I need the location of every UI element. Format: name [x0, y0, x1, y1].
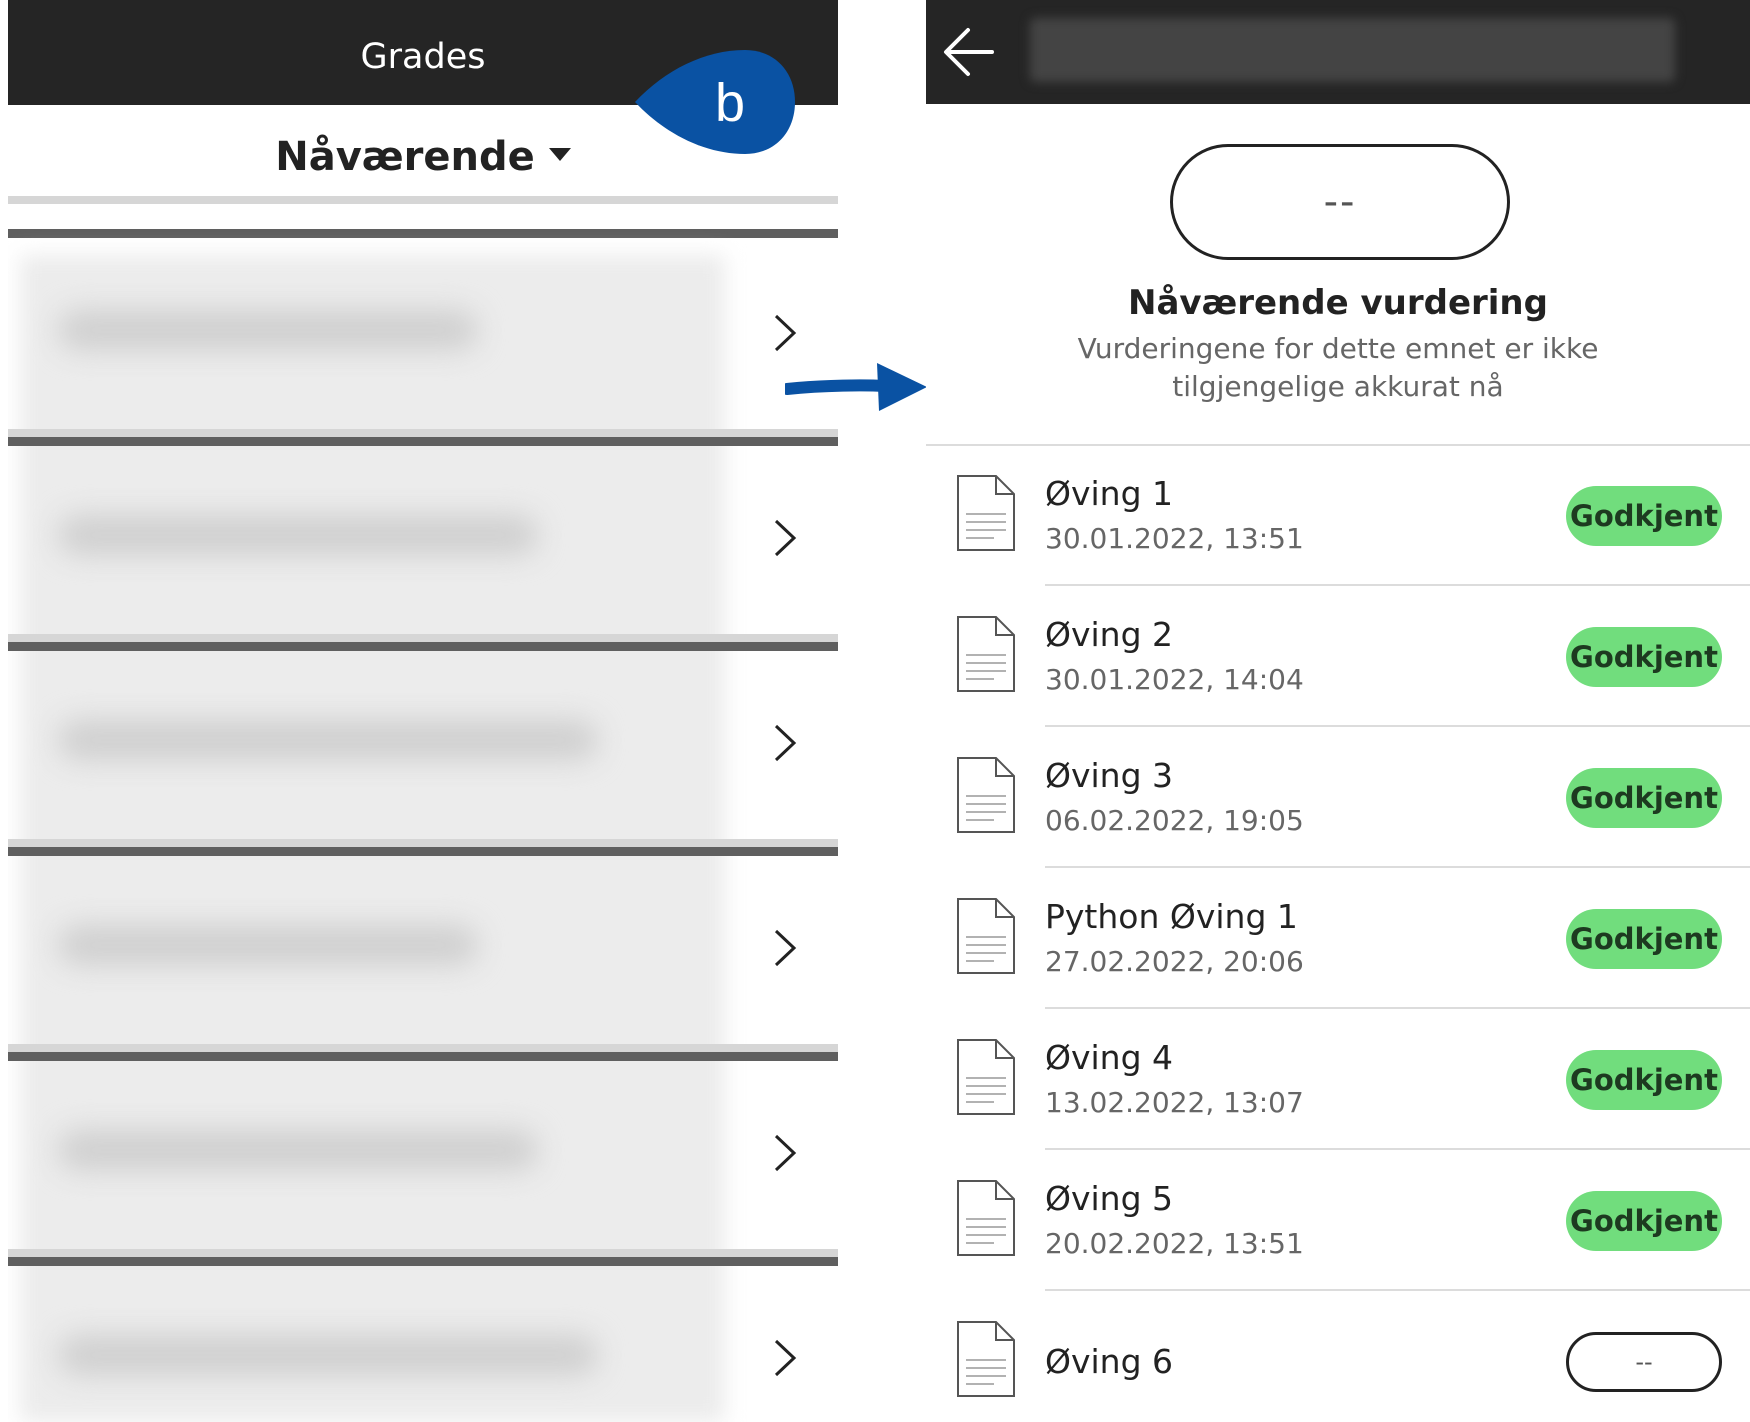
course-row[interactable]: [8, 1280, 838, 1422]
course-detail-screen: -- Nåværende vurdering Vurderingene for …: [926, 0, 1750, 1422]
chevron-right-icon: [774, 929, 797, 967]
back-arrow-icon[interactable]: [940, 22, 1000, 82]
status-badge: --: [1566, 1332, 1722, 1392]
divider: [1045, 725, 1750, 727]
chevron-right-icon: [774, 1339, 797, 1377]
divider: [8, 229, 838, 238]
status-badge: Godkjent: [1566, 909, 1722, 969]
assignment-row[interactable]: Øving 6 --: [926, 1292, 1750, 1422]
document-icon: [957, 616, 1015, 692]
blurred-course-name: [58, 1335, 598, 1375]
period-label: Nåværende: [275, 134, 535, 180]
blurred-course-name: [58, 1130, 538, 1170]
arrow-right-icon: [785, 363, 927, 411]
divider: [1045, 584, 1750, 586]
divider: [8, 429, 838, 437]
blurred-course-title: [1030, 18, 1675, 82]
divider: [8, 847, 838, 856]
chevron-right-icon: [774, 724, 797, 762]
top-app-bar: [926, 0, 1750, 104]
divider: [8, 839, 838, 847]
assignment-row[interactable]: Python Øving 1 27.02.2022, 20:06 Godkjent: [926, 869, 1750, 1009]
blurred-course-name: [58, 515, 538, 555]
assignment-row[interactable]: Øving 5 20.02.2022, 13:51 Godkjent: [926, 1151, 1750, 1291]
divider: [8, 1249, 838, 1257]
divider: [1045, 1007, 1750, 1009]
current-grade-description: Vurderingene for dette emnet er ikke til…: [1077, 332, 1599, 403]
divider: [1045, 1289, 1750, 1291]
assignment-date: 30.01.2022, 14:04: [1045, 663, 1304, 696]
status-badge: Godkjent: [1566, 486, 1722, 546]
document-icon: [957, 757, 1015, 833]
assignment-name: Øving 1: [1045, 474, 1174, 513]
assignment-row[interactable]: Øving 3 06.02.2022, 19:05 Godkjent: [926, 728, 1750, 868]
annotation-letter: b: [714, 73, 746, 133]
document-icon: [957, 475, 1015, 551]
divider: [8, 196, 838, 204]
status-badge: Godkjent: [1566, 1191, 1722, 1251]
status-badge: Godkjent: [1566, 1050, 1722, 1110]
assignment-date: 27.02.2022, 20:06: [1045, 945, 1304, 978]
status-badge: Godkjent: [1566, 627, 1722, 687]
divider: [8, 1052, 838, 1061]
blurred-course-name: [58, 925, 478, 965]
assignment-date: 13.02.2022, 13:07: [1045, 1086, 1304, 1119]
divider: [1045, 1148, 1750, 1150]
divider: [8, 1257, 838, 1266]
status-badge: Godkjent: [1566, 768, 1722, 828]
document-icon: [957, 1039, 1015, 1115]
assignment-name: Python Øving 1: [1045, 897, 1298, 936]
assignment-name: Øving 5: [1045, 1179, 1174, 1218]
document-icon: [957, 1180, 1015, 1256]
blurred-course-name: [58, 310, 478, 350]
overall-grade-pill: --: [1170, 144, 1510, 260]
caret-down-icon: [548, 147, 571, 161]
chevron-right-icon: [774, 314, 797, 352]
assignment-date: 06.02.2022, 19:05: [1045, 804, 1304, 837]
assignment-row[interactable]: Øving 2 30.01.2022, 14:04 Godkjent: [926, 587, 1750, 727]
assignment-name: Øving 6: [1045, 1342, 1174, 1381]
assignment-row[interactable]: Øving 1 30.01.2022, 13:51 Godkjent: [926, 446, 1750, 586]
chevron-right-icon: [774, 519, 797, 557]
chevron-right-icon: [774, 1134, 797, 1172]
divider: [8, 634, 838, 642]
assignment-row[interactable]: Øving 4 13.02.2022, 13:07 Godkjent: [926, 1010, 1750, 1150]
assignment-date: 30.01.2022, 13:51: [1045, 522, 1304, 555]
grades-list-screen: Grades Nåværende: [8, 0, 838, 1422]
assignment-name: Øving 4: [1045, 1038, 1174, 1077]
divider: [8, 642, 838, 651]
blurred-course-name: [58, 720, 598, 760]
divider: [1045, 866, 1750, 868]
document-icon: [957, 898, 1015, 974]
document-icon: [957, 1321, 1015, 1397]
assignment-name: Øving 3: [1045, 756, 1174, 795]
divider: [8, 1044, 838, 1052]
divider: [8, 437, 838, 446]
assignment-date: 20.02.2022, 13:51: [1045, 1227, 1304, 1260]
current-grade-heading: Nåværende vurdering: [1128, 283, 1548, 323]
assignment-name: Øving 2: [1045, 615, 1174, 654]
